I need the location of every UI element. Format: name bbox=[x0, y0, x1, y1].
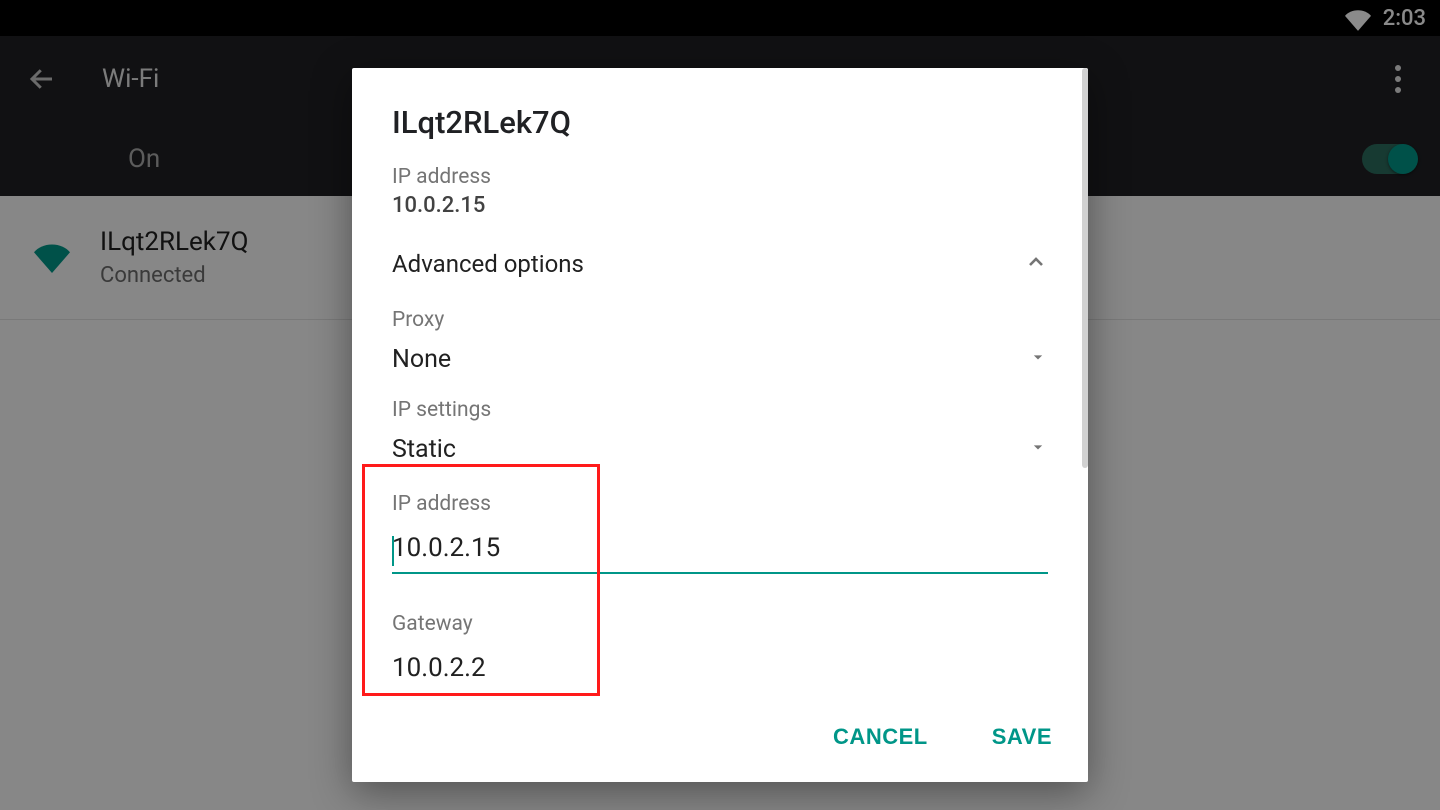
chevron-up-icon bbox=[1024, 250, 1048, 278]
scrollbar[interactable] bbox=[1082, 68, 1088, 468]
save-button[interactable]: SAVE bbox=[984, 712, 1060, 762]
proxy-dropdown[interactable]: None bbox=[392, 338, 1048, 380]
ip-settings-value: Static bbox=[392, 435, 456, 464]
ip-input-label: IP address bbox=[392, 492, 1048, 516]
cancel-button[interactable]: CANCEL bbox=[825, 712, 936, 762]
dialog-title: ILqt2RLek7Q bbox=[392, 104, 1048, 141]
advanced-options-toggle[interactable]: Advanced options bbox=[392, 238, 1048, 290]
ip-address-value: 10.0.2.15 bbox=[392, 193, 1048, 218]
ip-address-input[interactable]: 10.0.2.15 bbox=[392, 530, 1048, 574]
ip-settings-dropdown[interactable]: Static bbox=[392, 428, 1048, 470]
dropdown-arrow-icon bbox=[1028, 437, 1048, 461]
proxy-value: None bbox=[392, 345, 451, 374]
gateway-input[interactable]: 10.0.2.2 bbox=[392, 650, 1048, 692]
ip-settings-label: IP settings bbox=[392, 398, 1048, 422]
dropdown-arrow-icon bbox=[1028, 347, 1048, 371]
advanced-options-label: Advanced options bbox=[392, 250, 584, 278]
wifi-config-dialog: ILqt2RLek7Q IP address 10.0.2.15 Advance… bbox=[352, 68, 1088, 782]
proxy-label: Proxy bbox=[392, 308, 1048, 332]
gateway-input-label: Gateway bbox=[392, 612, 1048, 636]
ip-address-label: IP address bbox=[392, 165, 1048, 189]
text-caret bbox=[392, 536, 394, 566]
